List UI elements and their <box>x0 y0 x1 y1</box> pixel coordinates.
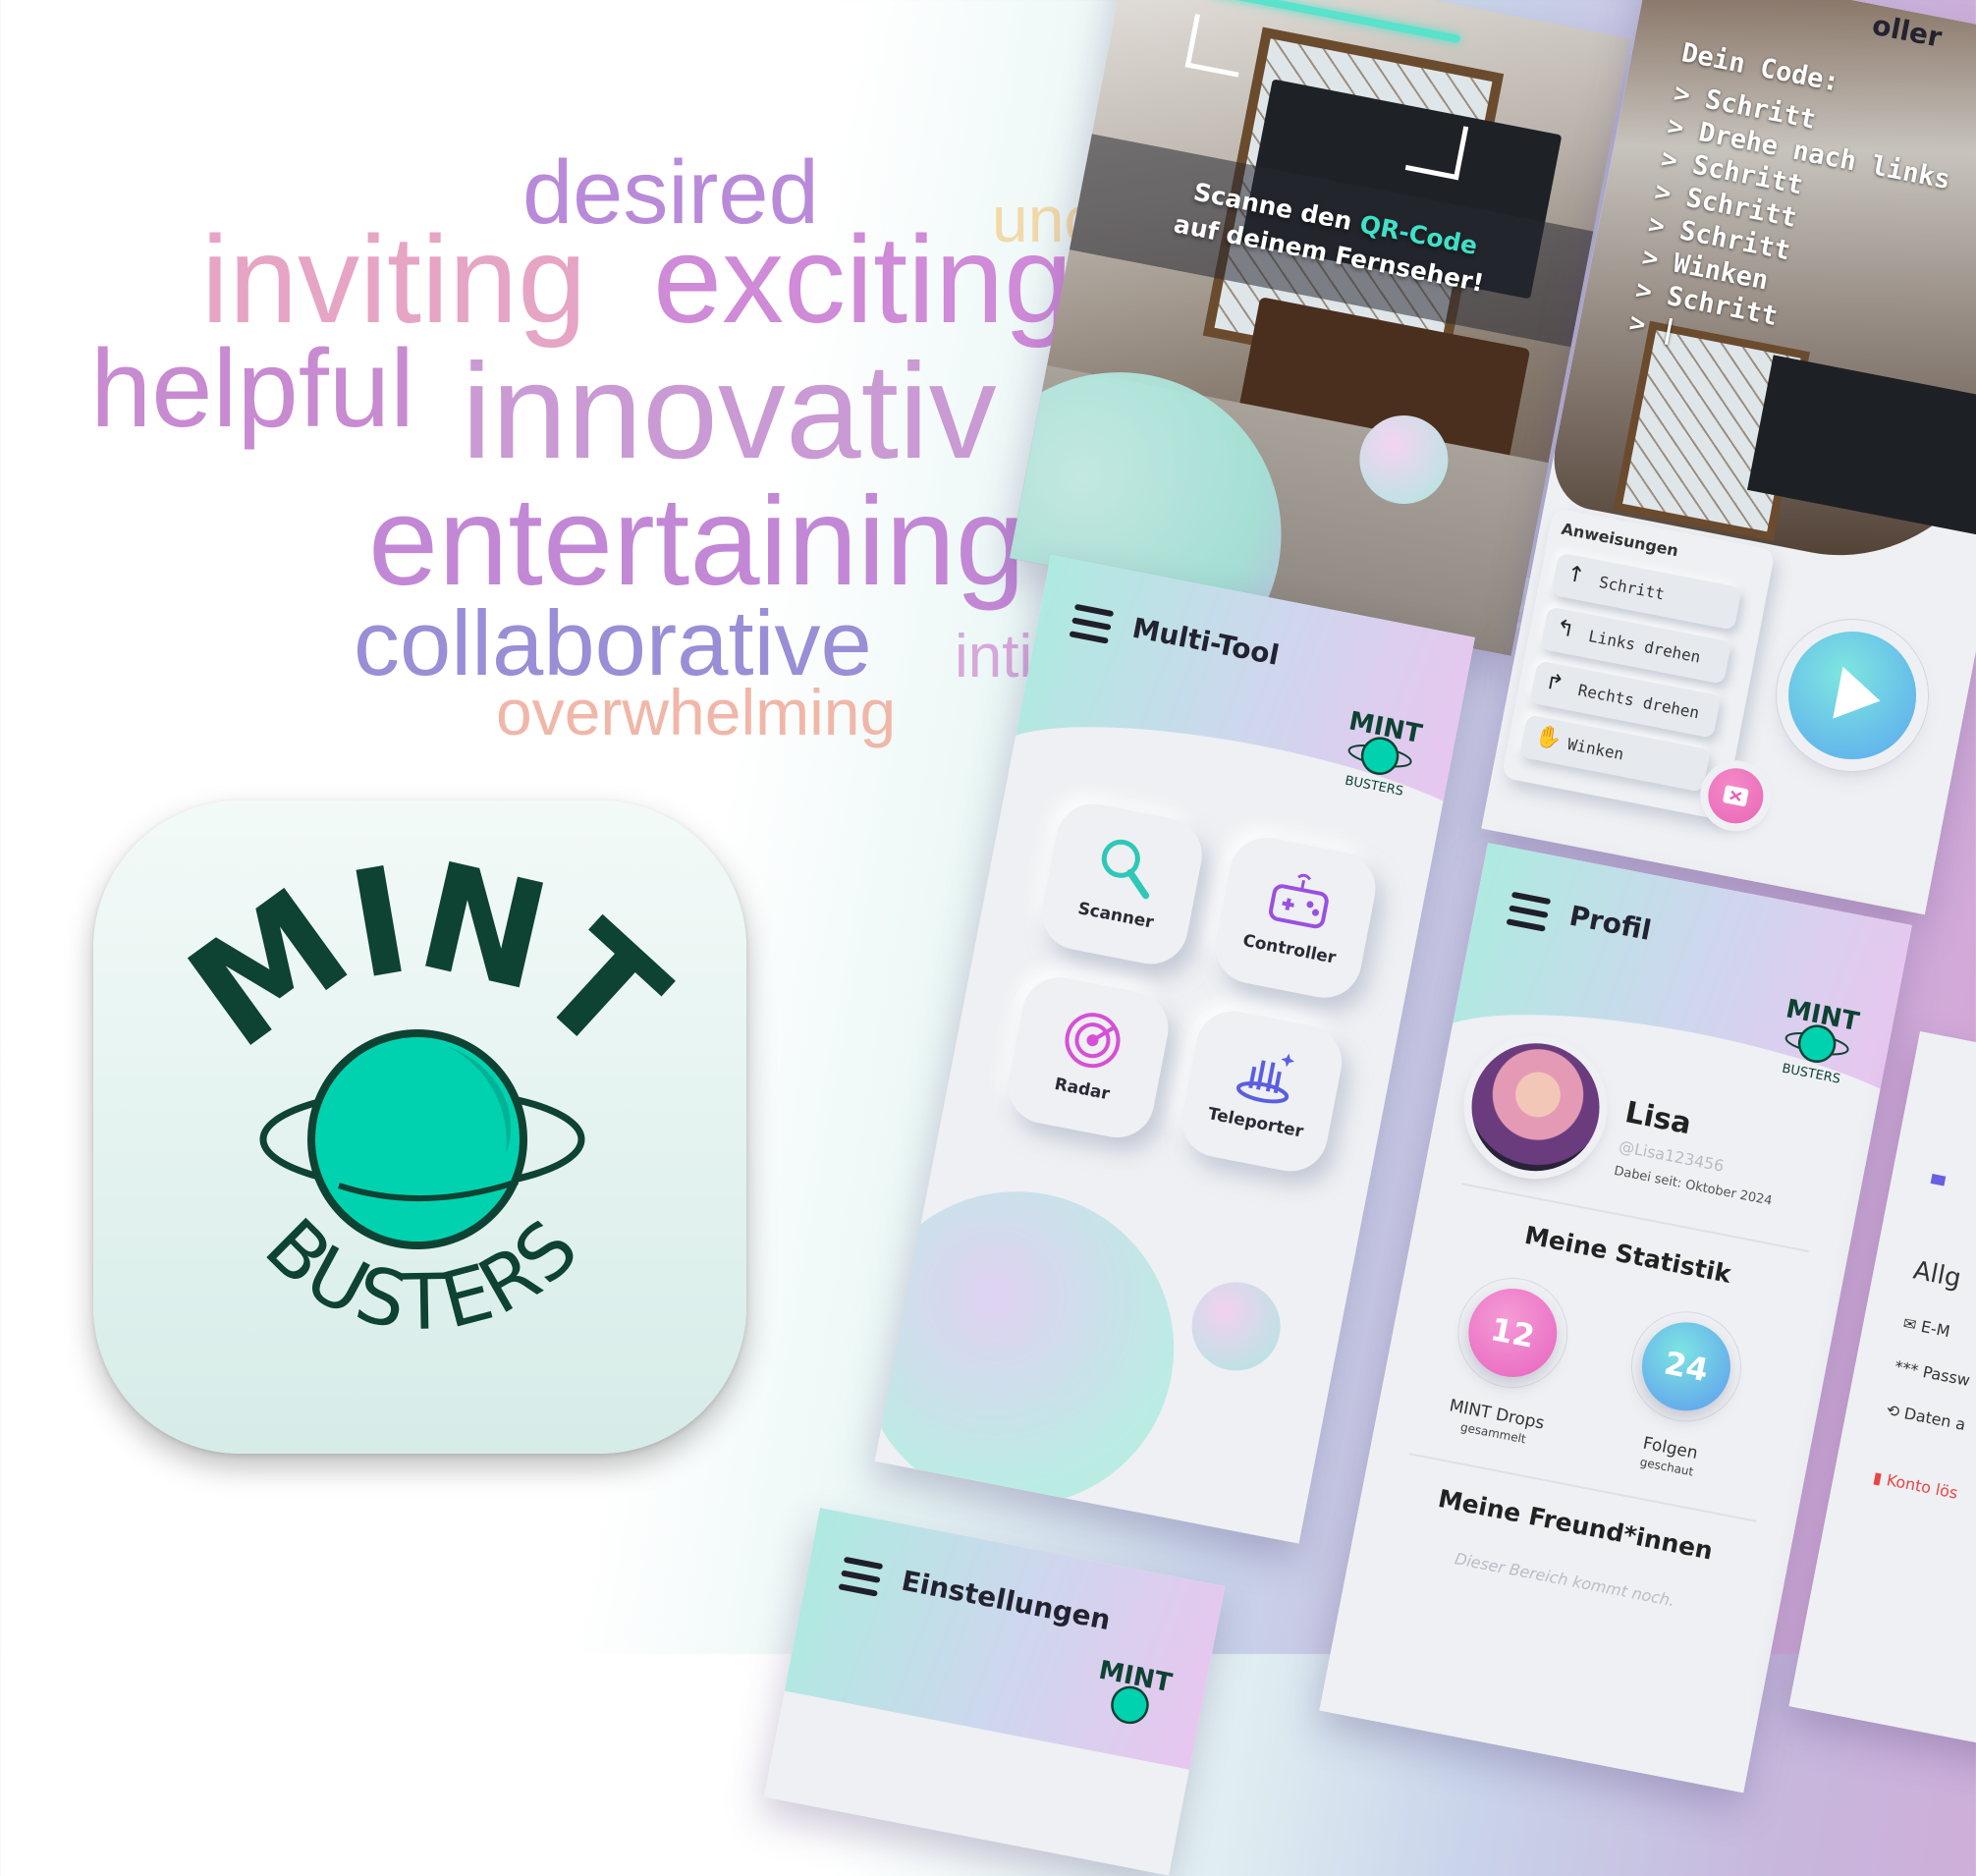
blob-large <box>874 1164 1201 1533</box>
word-overwhelming: overwhelming <box>496 676 897 748</box>
instruction-label: Rechts drehen <box>1576 680 1701 723</box>
magnifier-icon <box>1101 839 1150 900</box>
tool-controller[interactable]: Controller <box>1209 831 1383 1005</box>
mint-busters-app-icon[interactable]: MINT BUSTERS <box>93 800 746 1454</box>
account-item-email[interactable]: ✉ E-M <box>1901 1313 1951 1341</box>
word-entertaining: entertaining <box>368 471 1025 612</box>
mini-logo-bottom: BUSTERS <box>1781 1062 1841 1087</box>
hamburger-menu-icon[interactable] <box>1069 603 1115 644</box>
erase-icon <box>1723 785 1749 806</box>
tool-radar[interactable]: Radar <box>1002 970 1176 1144</box>
scan-line <box>1209 0 1461 44</box>
word-helpful: helpful <box>90 327 415 450</box>
stat-episodes-bubble: 24 <box>1634 1314 1738 1419</box>
tool-label: Teleporter <box>1206 1104 1305 1142</box>
blob-small <box>1183 1274 1289 1379</box>
gamepad-icon <box>1269 873 1329 929</box>
account-item-label: E-M <box>1919 1316 1952 1342</box>
delete-account-button[interactable]: ▮ Konto lös <box>1872 1467 1959 1502</box>
tool-label: Scanner <box>1075 899 1156 933</box>
word-inti: inti <box>955 623 1033 690</box>
turn-left-icon: ↰ <box>1554 615 1577 643</box>
radar-icon <box>1065 1013 1121 1069</box>
mint-busters-mini-logo: MINT BUSTERS <box>1344 706 1424 800</box>
clear-button[interactable] <box>1703 763 1769 829</box>
teleporter-icon <box>1235 1053 1295 1104</box>
wave-hand-icon: ✋ <box>1532 723 1564 753</box>
tool-label: Controller <box>1240 930 1338 968</box>
tool-teleporter[interactable]: Teleporter <box>1175 1005 1348 1178</box>
mint-busters-mini-logo: MINT BUSTERS <box>1781 994 1861 1087</box>
scan-corner-br <box>1404 116 1469 181</box>
instruction-label: Links drehen <box>1586 626 1703 667</box>
play-button[interactable] <box>1777 620 1928 771</box>
stat-drops-bubble: 12 <box>1460 1281 1565 1385</box>
section-heading: Allg <box>1910 1255 1964 1295</box>
word-exciting: exciting <box>653 210 1073 349</box>
mint-busters-logo: MINT BUSTERS <box>160 831 699 1348</box>
instructions-heading: Anweisungen <box>1560 519 1680 561</box>
account-item-label: Daten a <box>1902 1404 1967 1434</box>
hamburger-menu-icon[interactable] <box>1506 891 1552 932</box>
play-icon <box>1833 666 1881 719</box>
account-item-label: Passw <box>1921 1362 1972 1391</box>
mini-logo-bottom: BUSTERS <box>1344 774 1404 800</box>
account-item-password[interactable]: *** Passw <box>1894 1357 1972 1390</box>
mail-icon-top <box>1930 1174 1947 1186</box>
tool-label: Radar <box>1053 1074 1112 1105</box>
stat-episodes-value: 24 <box>1661 1344 1712 1390</box>
instruction-label: Schritt <box>1597 572 1667 604</box>
turn-right-icon: ↱ <box>1543 669 1566 697</box>
hamburger-menu-icon[interactable] <box>838 1556 884 1597</box>
word-innovativ: innovativ <box>462 336 997 487</box>
scan-corner-tl <box>1184 14 1249 78</box>
stat-drops-value: 12 <box>1487 1310 1538 1355</box>
profile-member-since: Dabei seit: Oktober 2024 <box>1613 1163 1774 1209</box>
tool-scanner[interactable]: Scanner <box>1035 798 1209 970</box>
delete-account-label: Konto lös <box>1885 1470 1959 1503</box>
word-inviting: inviting <box>201 210 587 349</box>
mint-busters-mini-logo: MINT <box>1096 1656 1175 1725</box>
instruction-label: Winken <box>1565 734 1625 764</box>
settings-screen: Einstellungen MINT <box>763 1508 1226 1876</box>
arrow-up-icon: ↑ <box>1564 561 1587 589</box>
account-item-data[interactable]: ⟲ Daten a <box>1885 1401 1967 1434</box>
